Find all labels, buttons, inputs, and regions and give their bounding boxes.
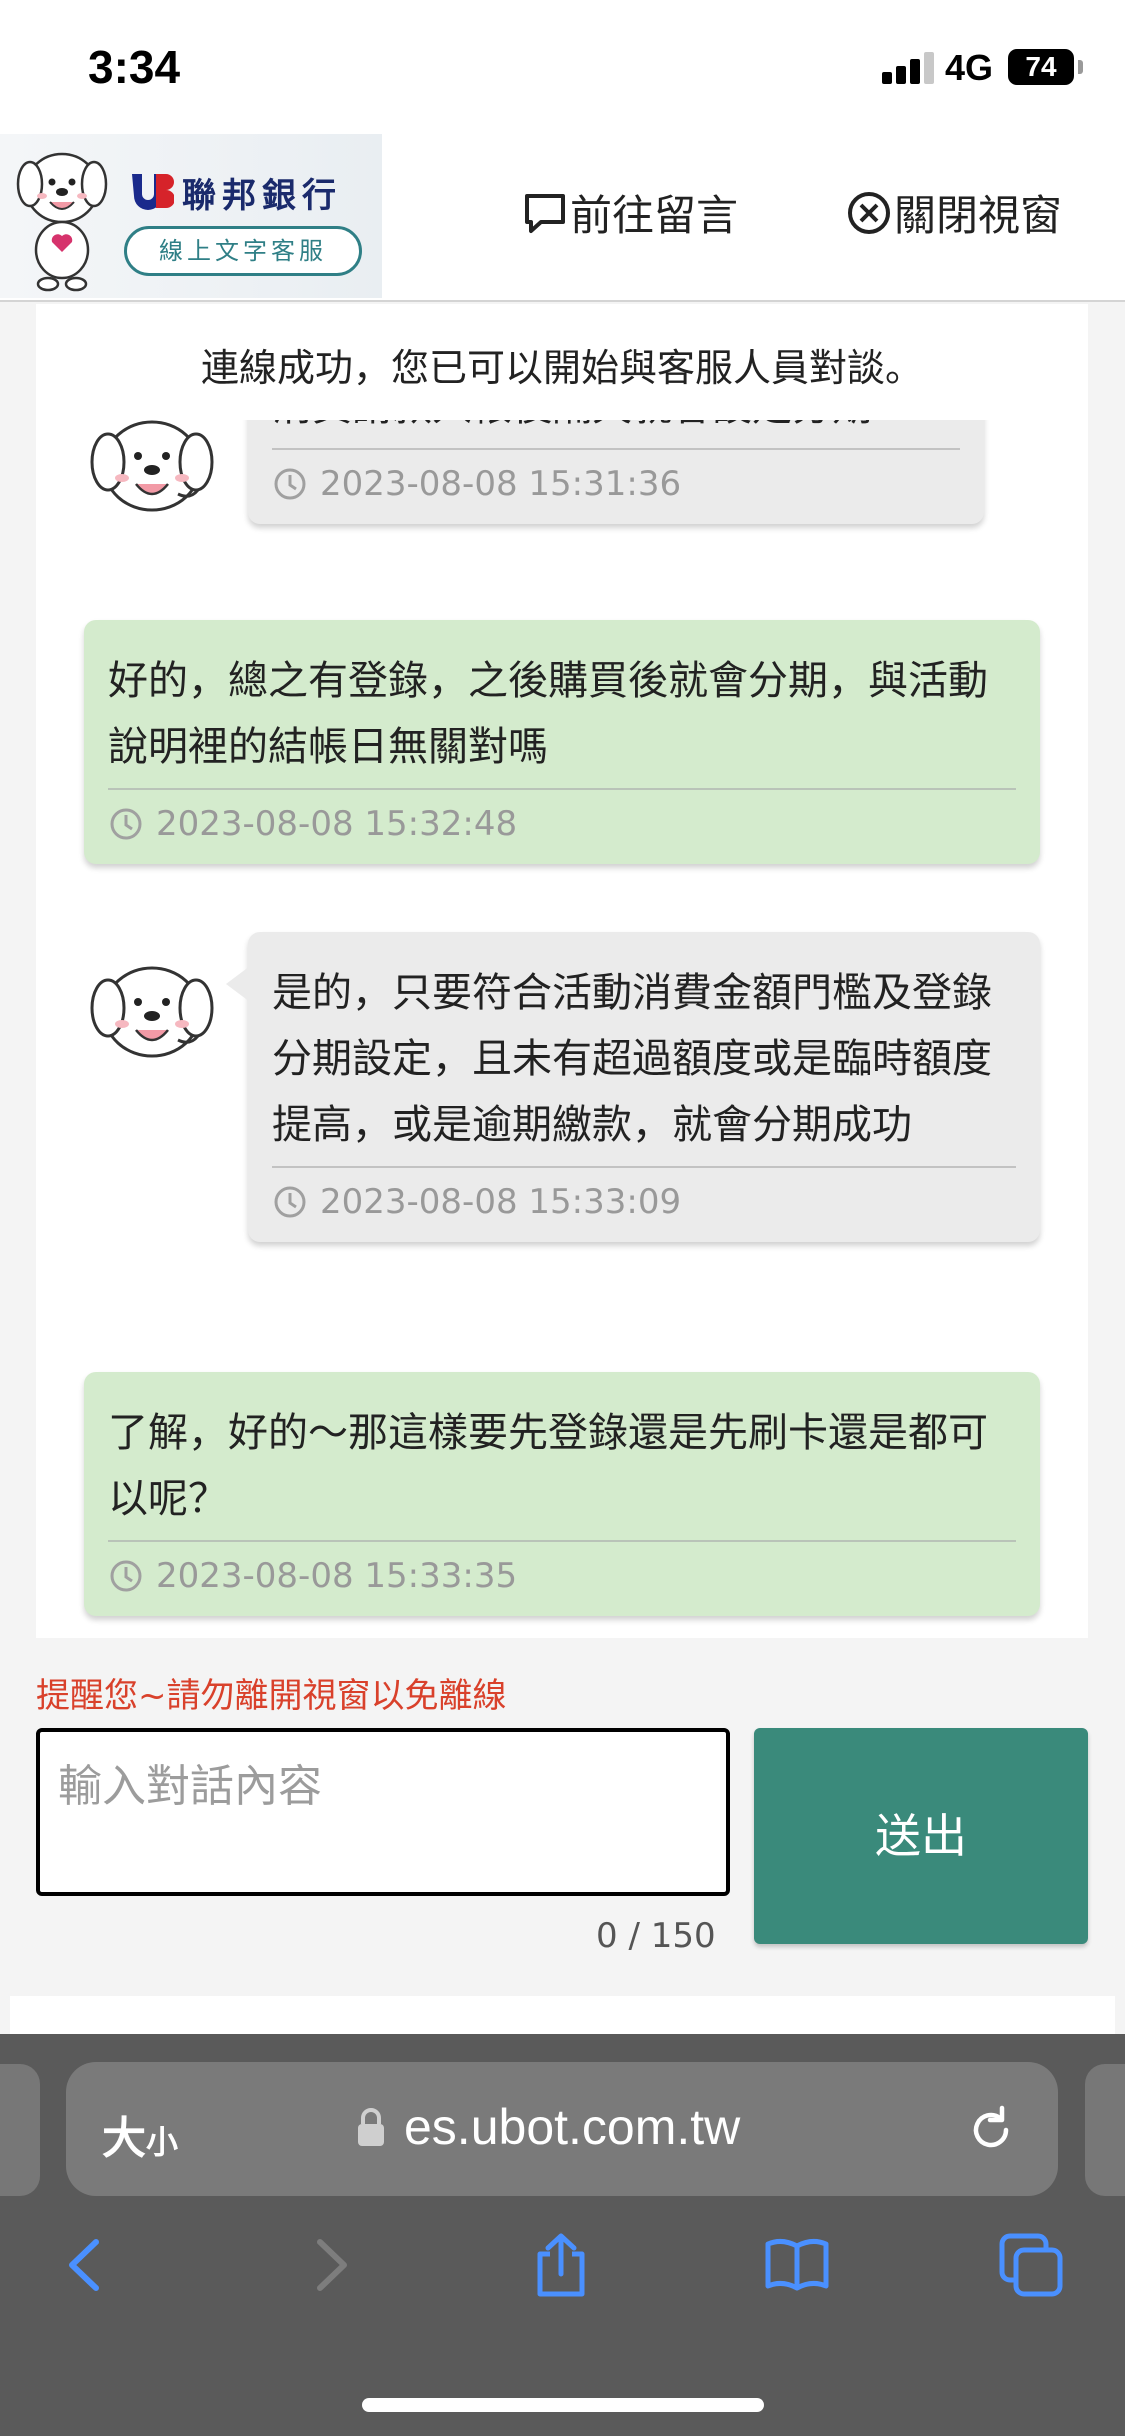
clock-icon bbox=[110, 1560, 142, 1592]
close-circle-icon bbox=[848, 191, 890, 234]
clock-icon bbox=[110, 808, 142, 840]
message-time-text: 2023-08-08 15:33:35 bbox=[156, 1556, 518, 1596]
text-size-button[interactable]: 大小 bbox=[102, 2102, 178, 2166]
message-time: 2023-08-08 15:32:48 bbox=[108, 804, 1016, 844]
message-time-text: 2023-08-08 15:33:09 bbox=[320, 1182, 682, 1222]
forward-icon[interactable] bbox=[294, 2230, 364, 2300]
message-text: 是的，只要符合活動消費金額門檻及登錄分期設定，且未有超過額度或是臨時額度提高，或… bbox=[272, 960, 1016, 1168]
service-label: 線上文字客服 bbox=[124, 226, 362, 276]
agent-avatar-icon bbox=[90, 420, 214, 512]
tabs-icon[interactable] bbox=[996, 2230, 1066, 2300]
agent-avatar-icon bbox=[90, 966, 214, 1058]
message-time: 2023-08-08 15:31:36 bbox=[272, 464, 960, 504]
message-bubble-agent: 消費請款入帳後隔天就會設定分期 2023-08-08 15:31:36 bbox=[248, 420, 984, 524]
app-header: 聯邦銀行 線上文字客服 前往留言 關閉視窗 bbox=[0, 132, 1125, 302]
home-indicator bbox=[362, 2398, 764, 2412]
message-text: 好的，總之有登錄，之後購買後就會分期，與活動說明裡的結帳日無關對嗎 bbox=[108, 648, 1016, 790]
back-icon[interactable] bbox=[52, 2230, 122, 2300]
browser-toolbar: 大小 es.ubot.com.tw bbox=[0, 2034, 1125, 2436]
char-counter: 0 / 150 bbox=[596, 1916, 716, 1956]
close-window-label: 關閉視窗 bbox=[894, 191, 1063, 240]
send-button[interactable]: 送出 bbox=[754, 1728, 1088, 1944]
chat-bubble-icon bbox=[525, 193, 565, 233]
mascot-icon bbox=[16, 152, 108, 292]
message-input[interactable]: 輸入對話內容 bbox=[36, 1728, 730, 1896]
leave-message-button[interactable]: 前往留言 bbox=[522, 182, 738, 243]
battery-icon: 74 bbox=[1008, 49, 1083, 85]
message-bubble-user: 了解，好的～那這樣要先登錄還是先刷卡還是都可以呢？ 2023-08-08 15:… bbox=[84, 1372, 1040, 1616]
connection-notice: 連線成功，您已可以開始與客服人員對談。 bbox=[36, 304, 1088, 420]
next-tab-edge[interactable] bbox=[1085, 2064, 1125, 2196]
share-icon[interactable] bbox=[526, 2230, 596, 2300]
message-time: 2023-08-08 15:33:09 bbox=[272, 1182, 1016, 1222]
status-bar: 3:34 4G 74 bbox=[0, 0, 1125, 132]
address-bar[interactable]: 大小 es.ubot.com.tw bbox=[66, 2062, 1058, 2196]
ubot-logo-icon bbox=[132, 174, 174, 210]
bookmarks-icon[interactable] bbox=[762, 2230, 832, 2300]
network-type: 4G bbox=[945, 47, 994, 88]
reminder-text: 提醒您~請勿離開視窗以免離線 bbox=[36, 1676, 507, 1716]
text-size-small: 小 bbox=[146, 2123, 179, 2161]
message-time-text: 2023-08-08 15:32:48 bbox=[156, 804, 518, 844]
message-text: 消費請款入帳後隔天就會設定分期 bbox=[272, 420, 960, 450]
page-bottom-strip bbox=[10, 1996, 1115, 2034]
message-bubble-agent: 是的，只要符合活動消費金額門檻及登錄分期設定，且未有超過額度或是臨時額度提高，或… bbox=[226, 932, 1040, 1242]
text-size-large: 大 bbox=[102, 2113, 146, 2164]
message-bubble-user: 好的，總之有登錄，之後購買後就會分期，與活動說明裡的結帳日無關對嗎 2023-0… bbox=[84, 620, 1040, 864]
lock-icon bbox=[358, 2108, 384, 2146]
status-time: 3:34 bbox=[88, 41, 181, 93]
chat-log[interactable]: 消費請款入帳後隔天就會設定分期 2023-08-08 15:31:36 好的，總… bbox=[36, 420, 1088, 1638]
clock-icon bbox=[274, 468, 306, 500]
signal-icon bbox=[882, 52, 938, 84]
bank-logo[interactable]: 聯邦銀行 線上文字客服 bbox=[0, 134, 382, 298]
leave-message-label: 前往留言 bbox=[570, 191, 739, 240]
close-window-button[interactable]: 關閉視窗 bbox=[846, 182, 1062, 243]
clock-icon bbox=[274, 1186, 306, 1218]
message-text: 了解，好的～那這樣要先登錄還是先刷卡還是都可以呢？ bbox=[108, 1400, 1016, 1542]
brand-name: 聯邦銀行 bbox=[182, 176, 342, 216]
url-text: es.ubot.com.tw bbox=[404, 2099, 741, 2155]
reload-icon[interactable] bbox=[966, 2104, 1016, 2154]
message-time-text: 2023-08-08 15:31:36 bbox=[320, 464, 682, 504]
message-time: 2023-08-08 15:33:35 bbox=[108, 1556, 1016, 1596]
previous-tab-edge[interactable] bbox=[0, 2064, 40, 2196]
